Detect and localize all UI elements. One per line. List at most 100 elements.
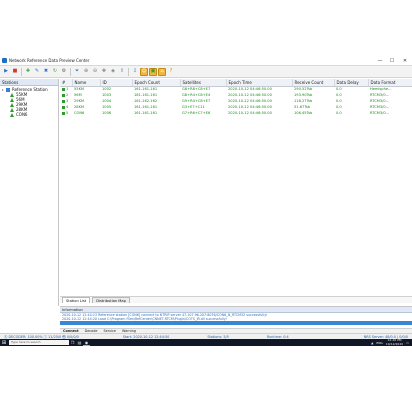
column-header[interactable]: Epoch Count (132, 79, 181, 87)
station-table: # Name ID Epoch Count Satellites Epoch Time Re… (60, 79, 412, 116)
column-header[interactable]: # (60, 79, 73, 87)
cell-text: G7+R6+C7+E6 (182, 111, 211, 115)
cell-text: G8+R8+C8+E7 (182, 87, 211, 92)
title-bar: Network Reference Data Preview Center — … (0, 56, 412, 66)
table-cell: 5 (60, 110, 72, 116)
column-header[interactable]: Satellites (180, 79, 227, 87)
settings-icon[interactable]: ⚙ (60, 68, 68, 76)
cell-text: 0.0 (336, 99, 342, 103)
log-line[interactable] (60, 321, 412, 325)
cell-text: 118.27Tsb (294, 99, 313, 103)
table-cell: 106.45Tsb (292, 110, 334, 116)
cell-text: 1006 (102, 111, 112, 115)
toolbar: ▶ ■ ✚ ✎ ✖ ↻ ⚙ ⏷ ⊕ ⊖ ✥ ◈ ⇧ ⇩ ☺ ▣ ⌂? (0, 66, 412, 78)
app-icon (2, 58, 7, 63)
status-server: NRS Server: 48/0.0 | 0/0/0 (363, 334, 408, 339)
upload-icon[interactable]: ⇧ (118, 68, 126, 76)
maximize-button[interactable]: ☐ (386, 56, 398, 65)
stations-panel: Stations ▾ Reference Station 55KM 56M 29KM… (0, 79, 59, 306)
cell-text: 2020-10-12 04:46:50.00 (228, 99, 272, 103)
file-explorer-icon[interactable]: ▤ (76, 339, 83, 346)
minimize-button[interactable]: — (374, 56, 386, 65)
filter-icon[interactable]: ⏷ (73, 68, 81, 76)
column-header[interactable]: Receive Count (292, 79, 335, 87)
cell-text: 193.90Tsb (294, 93, 313, 97)
status-flag-icon (62, 105, 65, 109)
cell-text: 0.0 (336, 111, 342, 115)
status-stations: Stations: 5/5 (207, 334, 229, 339)
home-icon[interactable]: ⌂ (158, 67, 166, 76)
status-flag-icon (62, 111, 65, 115)
help-icon[interactable]: ? (167, 68, 175, 76)
station-icon (10, 92, 14, 97)
cell-text: 1004 (102, 99, 112, 103)
station-icon (10, 107, 14, 112)
cell-text: 161-161-161 (134, 105, 158, 109)
connect-icon[interactable]: ▶ (2, 68, 10, 76)
task-view-icon[interactable]: ❐ (69, 339, 76, 346)
cell-text: 161-161-161 (134, 93, 158, 97)
language-indicator[interactable]: ENG (376, 341, 382, 345)
cell-text: CON6 (74, 111, 85, 115)
delete-icon[interactable]: ✖ (42, 68, 50, 76)
pan-icon[interactable]: ✥ (100, 68, 108, 76)
table-cell: CON6 (72, 110, 100, 116)
cell-text: G9+R4+C8+E7 (182, 99, 211, 103)
system-tray: ▲ ENG 12:46 PM 10/12/2020 ▭ (371, 339, 412, 346)
table-cell: RTCM3/0... (368, 110, 412, 116)
cell-text: 55KM (74, 87, 85, 92)
app-taskbar-icon[interactable]: ◉ (83, 339, 90, 346)
cell-text: 4 (66, 105, 69, 109)
edit-icon[interactable]: ✎ (33, 68, 41, 76)
cell-text: RTCM3/0... (370, 105, 390, 109)
zoom-in-icon[interactable]: ⊕ (82, 68, 90, 76)
cell-text: 2020-10-12 04:46:50.00 (228, 93, 272, 97)
column-header[interactable]: Name (72, 79, 101, 87)
column-header[interactable]: Epoch Time (226, 79, 293, 87)
network-icon[interactable]: ▲ (371, 341, 373, 345)
column-header[interactable]: Data Format (368, 79, 412, 87)
station-icon (10, 97, 14, 102)
clock-date: 10/12/2020 (385, 341, 404, 346)
table-body: 1 55KM 1002 161-161-161 G8+R8+C8+E7 2020-10-1… (60, 86, 412, 116)
layers-icon[interactable]: ◈ (109, 68, 117, 76)
status-flag-icon (62, 99, 65, 103)
add-icon[interactable]: ✚ (24, 68, 32, 76)
toolbar-separator (70, 67, 71, 76)
column-header[interactable]: ID (100, 79, 133, 87)
toolbar-separator (21, 67, 22, 76)
cell-text: 106.45Tsb (294, 111, 313, 115)
cell-text: 2020-10-12 04:46:50.00 (228, 87, 272, 92)
view-tab[interactable]: Station List (62, 297, 91, 303)
toolbar-separator (128, 67, 129, 76)
table-cell: 1006 (100, 110, 132, 116)
cell-text: RTCM3/0... (370, 111, 390, 115)
folder-icon (6, 87, 10, 92)
column-header[interactable]: Data Delay (334, 79, 369, 87)
cell-text: 161-161-161 (134, 87, 158, 92)
cell-text: 2020-10-12 04:46:50.00 (228, 105, 272, 109)
information-panel: Information 2020-10-12 12:44:13 Referenc… (60, 306, 412, 328)
cell-text: G8+R4+C8+E4 (182, 93, 211, 97)
status-flag-icon (62, 93, 65, 97)
station-tree-item[interactable]: CON6 (2, 112, 58, 117)
clock[interactable]: 12:46 PM 10/12/2020 (385, 339, 404, 346)
stop-icon[interactable]: ■ (11, 68, 19, 76)
download-icon[interactable]: ⇩ (131, 68, 139, 76)
log-list: 2020-10-12 12:44:13 Reference station [C… (60, 313, 412, 325)
table-cell: G7+R6+C7+E6 (180, 110, 226, 116)
view-tab[interactable]: Distribution Map (92, 297, 130, 303)
station-icon (10, 102, 14, 107)
close-button[interactable]: ✕ (398, 56, 412, 65)
notifications-icon[interactable]: ▭ (406, 341, 409, 345)
windows-start-icon[interactable]: ⊞ (0, 339, 8, 346)
taskbar-search-input[interactable]: Type here to search (9, 340, 69, 345)
cell-text: 1 (66, 87, 69, 92)
export-icon[interactable]: ▣ (149, 67, 157, 76)
refresh-icon[interactable]: ↻ (51, 68, 59, 76)
zoom-out-icon[interactable]: ⊖ (91, 68, 99, 76)
cell-text: RTCM3/0... (370, 99, 390, 103)
table-row[interactable]: 5 CON6 1006 161-161-161 G7+R6+C7+E6 2020-10-1… (60, 110, 412, 116)
user-icon[interactable]: ☺ (140, 67, 148, 76)
table-cell: 2020-10-12 04:46:50.00 (226, 110, 292, 116)
